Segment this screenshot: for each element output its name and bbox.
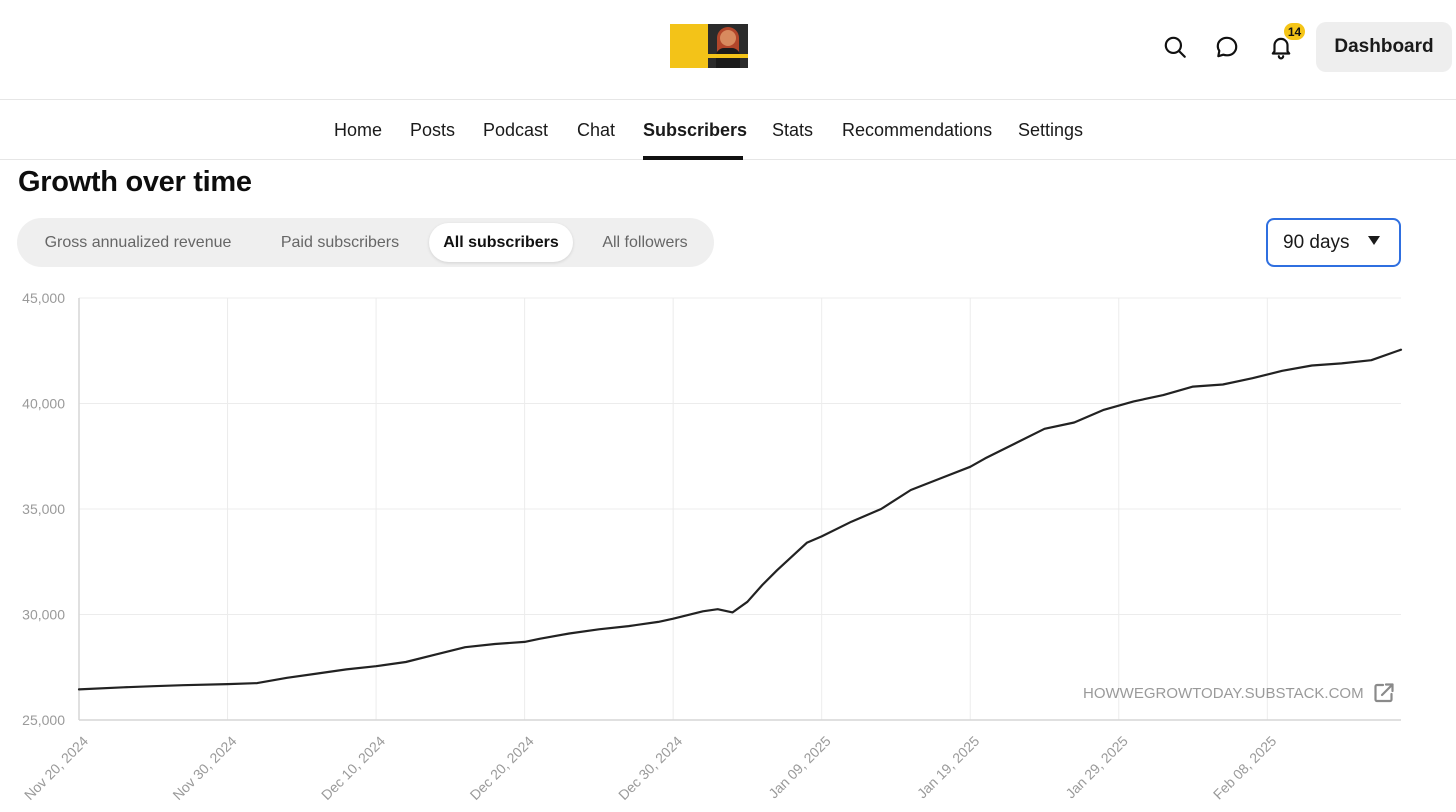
y-tick-label: 35,000 (22, 501, 65, 517)
tab-recommendations[interactable]: Recommendations (842, 120, 992, 141)
metric-gross-annualized-revenue[interactable]: Gross annualized revenue (23, 223, 253, 262)
active-tab-indicator (643, 156, 743, 160)
publication-logo[interactable] (670, 24, 748, 68)
external-link-icon (1373, 683, 1394, 703)
tab-podcast[interactable]: Podcast (483, 120, 548, 141)
y-tick-label: 40,000 (22, 396, 65, 412)
x-tick-label: Nov 30, 2024 (169, 733, 239, 803)
chat-bubble-icon[interactable] (1212, 32, 1242, 62)
x-tick-label: Dec 20, 2024 (467, 733, 537, 803)
date-range-select[interactable]: 90 days (1266, 218, 1401, 267)
caret-down-icon (1368, 236, 1380, 245)
search-icon[interactable] (1160, 32, 1190, 62)
x-tick-label: Dec 10, 2024 (318, 733, 388, 803)
notification-badge: 14 (1282, 21, 1307, 42)
y-tick-label: 25,000 (22, 712, 65, 728)
main-nav: Home Posts Podcast Chat Subscribers Stat… (0, 101, 1456, 160)
x-tick-label: Dec 30, 2024 (615, 733, 685, 803)
logo-portrait-face (720, 30, 736, 46)
y-tick-label: 45,000 (22, 290, 65, 306)
growth-chart: 25,000 30,000 35,000 40,000 45,000 Nov 20, 20… (21, 290, 1403, 803)
tab-chat[interactable]: Chat (577, 120, 615, 141)
tab-subscribers[interactable]: Subscribers (643, 120, 747, 141)
tab-home[interactable]: Home (334, 120, 382, 141)
logo-stripe (708, 54, 748, 58)
logo-portrait-body (716, 48, 740, 68)
date-range-value: 90 days (1283, 231, 1350, 253)
metric-paid-subscribers[interactable]: Paid subscribers (261, 223, 419, 262)
tab-posts[interactable]: Posts (410, 120, 455, 141)
tab-settings[interactable]: Settings (1018, 120, 1083, 141)
y-tick-label: 30,000 (22, 607, 65, 623)
x-tick-label: Jan 29, 2025 (1062, 733, 1131, 802)
metric-all-followers[interactable]: All followers (583, 223, 707, 262)
tab-stats[interactable]: Stats (772, 120, 813, 141)
top-header: 14 Dashboard (0, 0, 1456, 100)
publication-url: HOWWEGROWTODAY.SUBSTACK.COM (1083, 684, 1364, 702)
publication-link[interactable]: HOWWEGROWTODAY.SUBSTACK.COM (1083, 680, 1396, 706)
x-tick-label: Nov 20, 2024 (21, 733, 91, 803)
metric-all-subscribers[interactable]: All subscribers (429, 223, 573, 262)
dashboard-button[interactable]: Dashboard (1316, 22, 1452, 72)
x-tick-label: Feb 08, 2025 (1210, 733, 1280, 803)
section-title: Growth over time (18, 166, 252, 198)
x-tick-label: Jan 09, 2025 (765, 733, 834, 802)
series-line (77, 348, 1403, 691)
metric-selector: Gross annualized revenue Paid subscriber… (17, 218, 714, 267)
x-tick-label: Jan 19, 2025 (914, 733, 983, 802)
